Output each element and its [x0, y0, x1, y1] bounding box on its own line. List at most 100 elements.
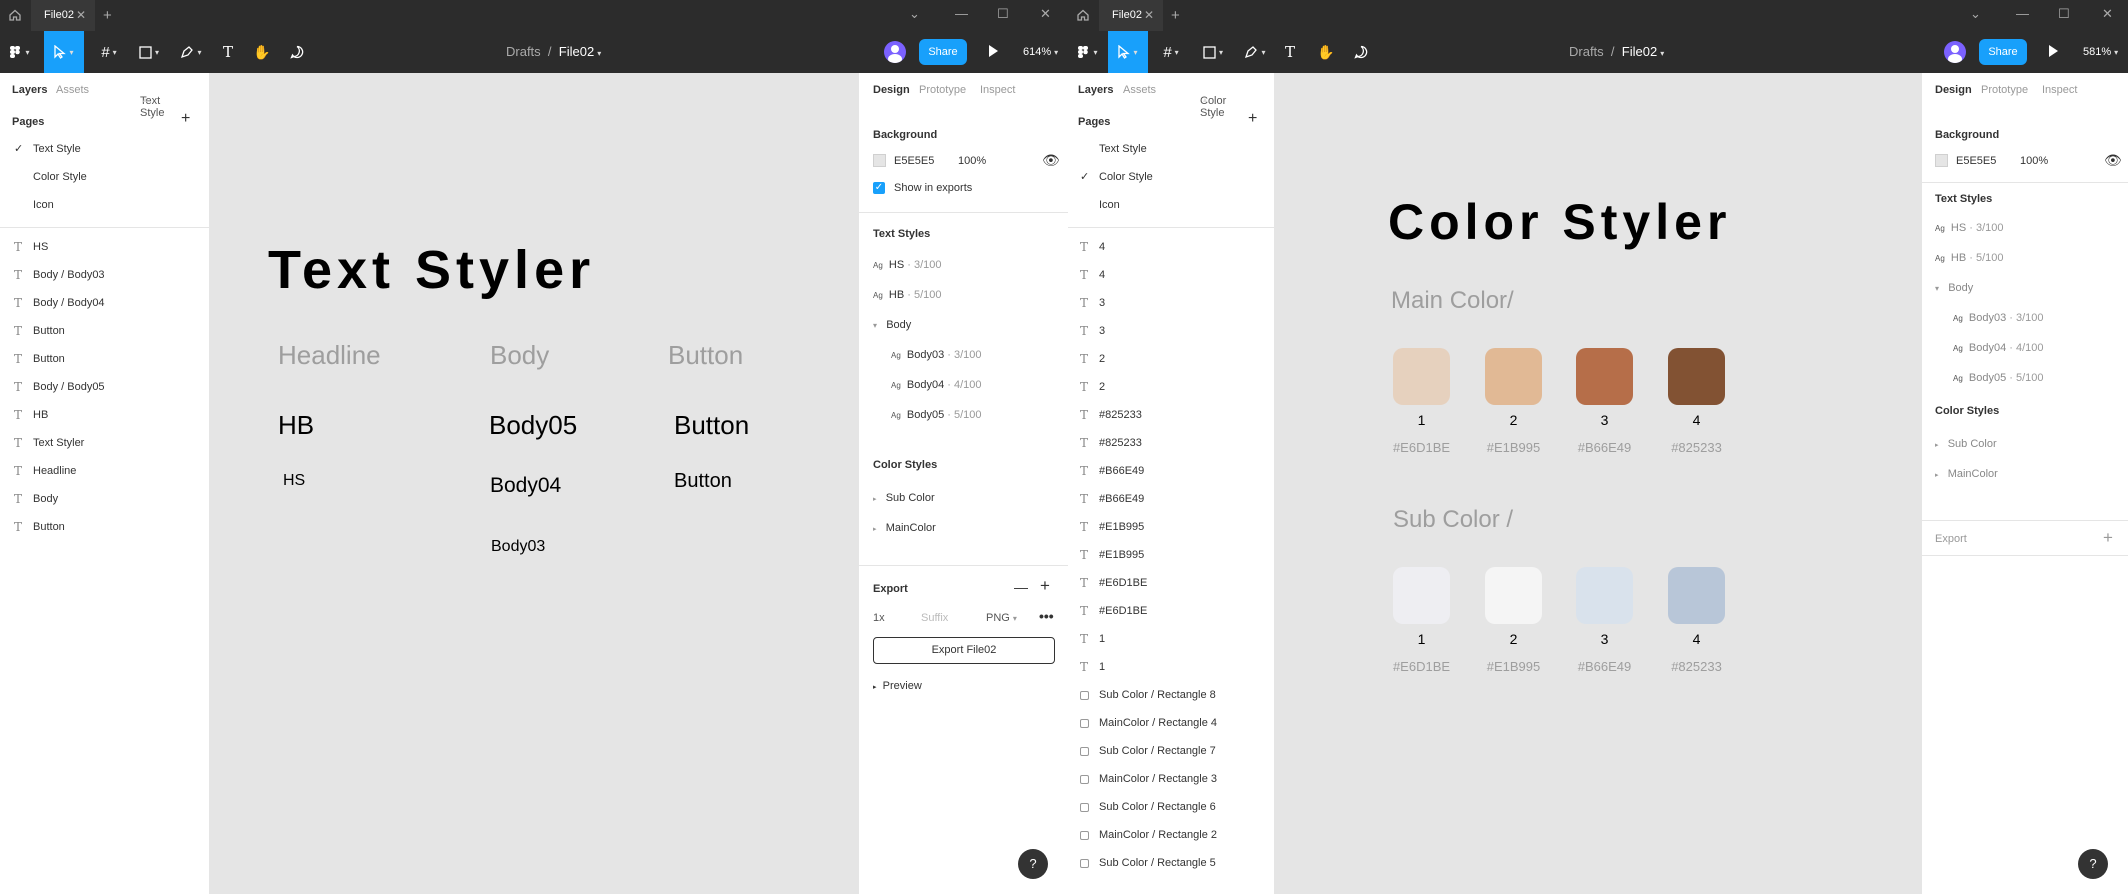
layer-item[interactable]: T HS: [0, 233, 209, 261]
layer-item[interactable]: T1: [1068, 625, 1274, 653]
color-style-group-sub[interactable]: ▸ Sub Color: [873, 492, 935, 504]
pen-tool-button[interactable]: ▾: [1240, 31, 1270, 73]
main-color-number[interactable]: 4: [1668, 412, 1725, 428]
share-button[interactable]: Share: [919, 39, 967, 65]
eye-icon[interactable]: 👁: [1042, 152, 1060, 169]
main-color-swatch[interactable]: [1393, 348, 1450, 405]
hand-tool-button[interactable]: ✋: [252, 31, 272, 73]
body03-sample[interactable]: Body03: [491, 538, 545, 556]
main-color-label[interactable]: Main Color/: [1391, 287, 1514, 315]
hand-tool-button[interactable]: ✋: [1316, 31, 1336, 73]
text-style-item[interactable]: Ag Body04 · 4/100: [1953, 342, 2044, 354]
show-in-exports-checkbox[interactable]: ✓: [873, 182, 885, 194]
comment-tool-button[interactable]: [1351, 31, 1371, 73]
close-window-icon[interactable]: ✕: [1040, 6, 1051, 22]
bg-hex-input[interactable]: E5E5E5: [894, 155, 934, 167]
main-menu-button[interactable]: ▾: [1072, 31, 1102, 73]
main-color-hex[interactable]: #825233: [1659, 440, 1734, 455]
color-style-group-sub[interactable]: ▸ Sub Color: [1935, 438, 1997, 450]
export-scale[interactable]: 1x: [873, 612, 885, 624]
close-tab-icon[interactable]: ✕: [76, 0, 86, 31]
main-color-swatch[interactable]: [1485, 348, 1542, 405]
text-style-item[interactable]: Ag Body03 · 3/100: [891, 349, 982, 361]
breadcrumb-parent[interactable]: Drafts: [1569, 44, 1604, 59]
home-icon[interactable]: [8, 8, 22, 22]
minimize-icon[interactable]: —: [2016, 6, 2029, 21]
layer-item[interactable]: Sub Color / Rectangle 5: [1068, 849, 1274, 877]
move-tool-button[interactable]: ▾: [44, 31, 84, 73]
help-button[interactable]: ?: [1018, 849, 1048, 879]
layer-item[interactable]: T4: [1068, 233, 1274, 261]
layer-item[interactable]: Sub Color / Rectangle 6: [1068, 793, 1274, 821]
play-icon[interactable]: [989, 45, 998, 57]
preview-toggle[interactable]: ▸ Preview: [873, 680, 922, 692]
text-style-item[interactable]: Ag HS · 3/100: [873, 259, 942, 271]
text-style-group-body[interactable]: ▾ Body: [873, 319, 911, 331]
chevron-down-icon[interactable]: ⌄: [909, 6, 920, 22]
tab-design[interactable]: Design: [873, 84, 910, 96]
canvas[interactable]: Text Styler Headline Body Button HB HS B…: [210, 73, 858, 894]
layer-item[interactable]: T #825233: [1068, 401, 1274, 429]
layer-item[interactable]: T #B66E49: [1068, 457, 1274, 485]
layer-item[interactable]: T #825233: [1068, 429, 1274, 457]
body-header[interactable]: Body: [490, 340, 549, 371]
sub-color-swatch[interactable]: [1668, 567, 1725, 624]
layer-item[interactable]: Sub Color / Rectangle 7: [1068, 737, 1274, 765]
layer-item[interactable]: T Button: [0, 317, 209, 345]
minimize-icon[interactable]: —: [955, 6, 968, 21]
add-export-icon[interactable]: +: [2103, 528, 2113, 548]
add-export-icon[interactable]: +: [1040, 576, 1050, 596]
text-tool-button[interactable]: T: [1280, 31, 1300, 73]
sub-color-number[interactable]: 1: [1393, 631, 1450, 647]
main-menu-button[interactable]: ▾: [4, 31, 34, 73]
main-color-swatch[interactable]: [1668, 348, 1725, 405]
text-style-group-body[interactable]: ▾ Body: [1935, 282, 1973, 294]
add-page-icon[interactable]: +: [181, 110, 190, 128]
sub-color-swatch[interactable]: [1393, 567, 1450, 624]
text-style-item[interactable]: Ag HB · 5/100: [873, 289, 942, 301]
close-window-icon[interactable]: ✕: [2102, 6, 2113, 22]
tab-layers[interactable]: Layers: [1078, 84, 1113, 96]
layer-item[interactable]: T #E1B995: [1068, 541, 1274, 569]
layer-item[interactable]: T #E6D1BE: [1068, 569, 1274, 597]
chevron-down-icon[interactable]: ⌄: [1970, 6, 1981, 22]
sub-color-number[interactable]: 2: [1485, 631, 1542, 647]
frame-tool-button[interactable]: # ▾: [94, 31, 124, 73]
export-format-select[interactable]: PNG ▾: [986, 612, 1017, 624]
close-tab-icon[interactable]: ✕: [1144, 0, 1154, 31]
sub-color-hex[interactable]: #E6D1BE: [1384, 659, 1459, 674]
layer-item[interactable]: T2: [1068, 345, 1274, 373]
sub-color-swatch[interactable]: [1485, 567, 1542, 624]
new-tab-icon[interactable]: +: [1171, 7, 1180, 24]
pen-tool-button[interactable]: ▾: [176, 31, 206, 73]
page-item-icon[interactable]: Icon: [0, 191, 209, 219]
color-style-group-main[interactable]: ▸ MainColor: [1935, 468, 1998, 480]
tab-assets[interactable]: Assets: [1123, 84, 1156, 96]
text-style-item[interactable]: Ag HB · 5/100: [1935, 252, 2004, 264]
tab-layers[interactable]: Layers: [12, 84, 47, 96]
tab-inspect[interactable]: Inspect: [980, 84, 1015, 96]
avatar[interactable]: [1944, 41, 1966, 63]
text-style-item[interactable]: Ag Body03 · 3/100: [1953, 312, 2044, 324]
tab-inspect[interactable]: Inspect: [2042, 84, 2077, 96]
main-color-swatch[interactable]: [1576, 348, 1633, 405]
bg-hex-input[interactable]: E5E5E5: [1956, 155, 1996, 167]
bg-color-swatch[interactable]: [873, 154, 886, 167]
new-tab-icon[interactable]: +: [103, 7, 112, 24]
layer-item[interactable]: T Button: [0, 513, 209, 541]
bg-opacity-input[interactable]: 100%: [958, 155, 986, 167]
sub-color-label[interactable]: Sub Color /: [1393, 506, 1513, 534]
maximize-icon[interactable]: ☐: [997, 6, 1009, 22]
layer-item[interactable]: T HB: [0, 401, 209, 429]
layer-item[interactable]: T Body / Body05: [0, 373, 209, 401]
page-item-text-style[interactable]: ✓ Text Style: [0, 135, 209, 163]
export-suffix-input[interactable]: Suffix: [921, 612, 948, 624]
eye-icon[interactable]: 👁: [2104, 152, 2122, 169]
move-tool-button[interactable]: ▾: [1108, 31, 1148, 73]
page-item-color-style[interactable]: Color Style: [0, 163, 209, 191]
layer-item[interactable]: T3: [1068, 289, 1274, 317]
hs-sample[interactable]: HS: [283, 472, 305, 490]
layer-item[interactable]: T #E6D1BE: [1068, 597, 1274, 625]
file-name[interactable]: File02: [1622, 44, 1657, 59]
chevron-down-icon[interactable]: ▾: [1660, 49, 1664, 58]
